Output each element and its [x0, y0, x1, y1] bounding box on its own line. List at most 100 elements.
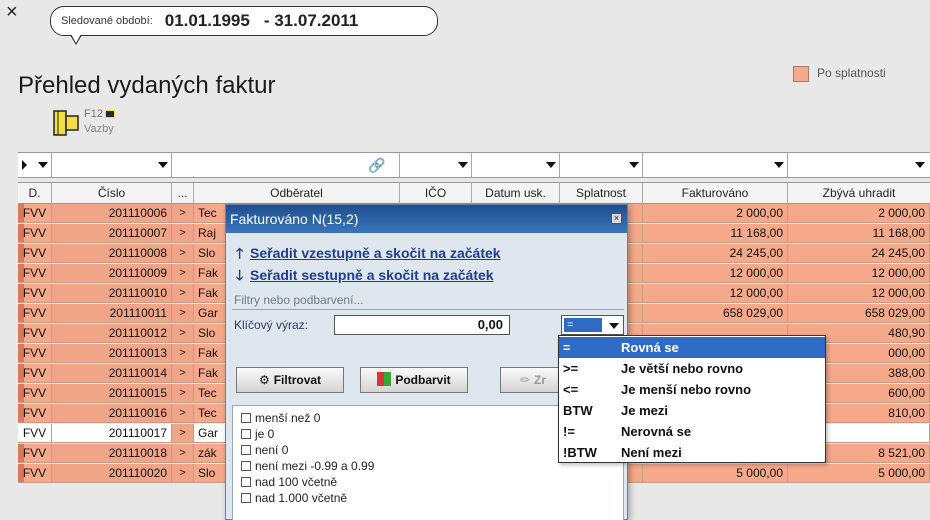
filter-zbyva[interactable] — [788, 153, 928, 177]
checkbox[interactable] — [241, 493, 251, 503]
preset-filter-label: nad 100 včetně — [255, 475, 338, 489]
cancel-filter-button[interactable]: ✏ Zr — [500, 367, 566, 393]
operator-option[interactable]: !BTW Není mezi — [559, 442, 825, 463]
filter-cislo[interactable] — [52, 153, 172, 177]
checkbox[interactable] — [241, 461, 251, 471]
arrow-down-icon: 🡓 — [236, 267, 244, 283]
link-icon[interactable]: 🔗 — [368, 157, 385, 174]
checkbox[interactable] — [241, 445, 251, 455]
operator-option[interactable]: <= Je menší nebo rovno — [559, 379, 825, 400]
row-expand-icon[interactable]: > — [172, 344, 194, 362]
preset-filter-item[interactable]: není mezi -0.99 a 0.99 — [241, 458, 374, 474]
col-header-cislo[interactable]: Číslo — [52, 183, 172, 204]
funnel-icon: ⚙ — [258, 373, 270, 387]
filter-ico[interactable] — [400, 153, 472, 177]
filter-odberatel[interactable]: 🔗 — [172, 153, 400, 177]
cell-zbyva: 658 029,00 — [788, 304, 930, 322]
key-expression-input[interactable]: 0,00 — [334, 315, 510, 335]
col-header-splatnost[interactable]: Splatnost — [560, 183, 643, 204]
row-expand-icon[interactable]: > — [172, 384, 194, 402]
close-icon[interactable]: × — [6, 2, 18, 22]
checkbox[interactable] — [241, 413, 251, 423]
col-header-odberatel[interactable]: Odběratel — [194, 183, 400, 204]
divider — [232, 309, 624, 310]
filter-splatnost[interactable] — [560, 153, 643, 177]
filter-d[interactable] — [18, 153, 52, 177]
cell-fakturovano: 12 000,00 — [643, 284, 788, 302]
preset-filter-item[interactable]: nad 100 včetně — [241, 474, 337, 490]
row-expand-icon[interactable]: > — [172, 364, 194, 382]
row-expand-icon[interactable]: > — [172, 404, 194, 422]
operator-symbol: >= — [563, 361, 579, 376]
row-expand-icon[interactable]: > — [172, 224, 194, 242]
cell-d: FVV — [18, 404, 52, 422]
col-header-d[interactable]: D. — [18, 183, 52, 204]
filter-fakturovano[interactable] — [643, 153, 788, 177]
row-expand-icon[interactable]: > — [172, 324, 194, 342]
cell-d: FVV — [18, 304, 52, 322]
checkbox[interactable] — [241, 477, 251, 487]
close-icon[interactable]: × — [611, 213, 622, 224]
operator-select[interactable]: = — [561, 315, 624, 335]
cell-zbyva: 2 000,00 — [788, 204, 930, 222]
cell-cislo: 201110007 — [52, 224, 172, 242]
period-from: 01.01.1995 — [164, 11, 250, 30]
operator-description: Je menší nebo rovno — [621, 382, 752, 397]
operator-option[interactable]: BTW Je mezi — [559, 400, 825, 421]
checkbox[interactable] — [241, 429, 251, 439]
cell-fakturovano: 2 000,00 — [643, 204, 788, 222]
chevron-down-icon — [38, 162, 48, 168]
period-callout[interactable]: Sledované období: 01.01.1995 - 31.07.201… — [50, 6, 438, 36]
colorize-button[interactable]: Podbarvit — [360, 367, 468, 393]
operator-option[interactable]: != Nerovná se — [559, 421, 825, 442]
cell-cislo: 201110006 — [52, 204, 172, 222]
filter-datum[interactable] — [472, 153, 560, 177]
sort-descending-label: Seřadit sestupně a skočit na začátek — [250, 267, 494, 283]
cell-d: FVV — [18, 344, 52, 362]
cell-d: FVV — [18, 224, 52, 242]
row-expand-icon[interactable]: > — [172, 284, 194, 302]
cell-fakturovano: 12 000,00 — [643, 264, 788, 282]
filters-section-label: Filtry nebo podbarvení... — [234, 293, 364, 307]
cell-zbyva: 5 000,00 — [788, 464, 930, 482]
row-expand-icon[interactable]: > — [172, 464, 194, 482]
col-header-more[interactable]: ... — [172, 183, 194, 204]
chevron-down-icon — [458, 162, 468, 168]
operator-option[interactable]: = Rovná se — [559, 337, 825, 358]
arrow-up-icon: 🡑 — [236, 245, 244, 261]
cell-cislo: 201110011 — [52, 304, 172, 322]
sort-ascending-link[interactable]: 🡑 Seřadit vzestupně a skočit na začátek — [236, 243, 501, 267]
col-header-ico[interactable]: IČO — [400, 183, 472, 204]
operator-description: Rovná se — [621, 340, 679, 355]
preset-filter-label: není mezi -0.99 a 0.99 — [255, 459, 375, 473]
page-title: Přehled vydaných faktur — [18, 72, 276, 99]
cell-cislo: 201110018 — [52, 444, 172, 462]
chevron-down-icon — [546, 162, 556, 168]
links-icon[interactable] — [52, 108, 82, 138]
popup-title: Fakturováno N(15,2) × — [226, 205, 627, 233]
cell-zbyva: 11 168,00 — [788, 224, 930, 242]
col-header-zbyva[interactable]: Zbývá uhradit — [788, 183, 930, 204]
operator-symbol: = — [563, 340, 571, 355]
row-expand-icon[interactable]: > — [172, 304, 194, 322]
overdue-legend-swatch — [793, 66, 809, 82]
row-expand-icon[interactable]: > — [172, 244, 194, 262]
col-header-datum[interactable]: Datum usk. — [472, 183, 560, 204]
preset-filter-item[interactable]: není 0 — [241, 442, 288, 458]
palette-icon — [377, 372, 392, 386]
preset-filter-item[interactable]: je 0 — [241, 426, 274, 442]
preset-filter-item[interactable]: menší než 0 — [241, 410, 320, 426]
row-expand-icon[interactable]: > — [172, 424, 194, 442]
sort-descending-link[interactable]: 🡓 Seřadit sestupně a skočit na začátek — [236, 265, 494, 289]
row-expand-icon[interactable]: > — [172, 264, 194, 282]
row-expand-icon[interactable]: > — [172, 444, 194, 462]
operator-description: Nerovná se — [621, 424, 692, 439]
row-expand-icon[interactable]: > — [172, 204, 194, 222]
preset-filter-item[interactable]: nad 1.000 včetně — [241, 490, 347, 506]
col-header-fakturovano[interactable]: Fakturováno — [643, 183, 788, 204]
filter-button[interactable]: ⚙ Filtrovat — [236, 367, 344, 393]
chevron-down-icon — [915, 162, 925, 168]
cell-zbyva: 12 000,00 — [788, 284, 930, 302]
popup-title-text: Fakturováno N(15,2) — [230, 211, 359, 227]
operator-option[interactable]: >= Je větší nebo rovno — [559, 358, 825, 379]
